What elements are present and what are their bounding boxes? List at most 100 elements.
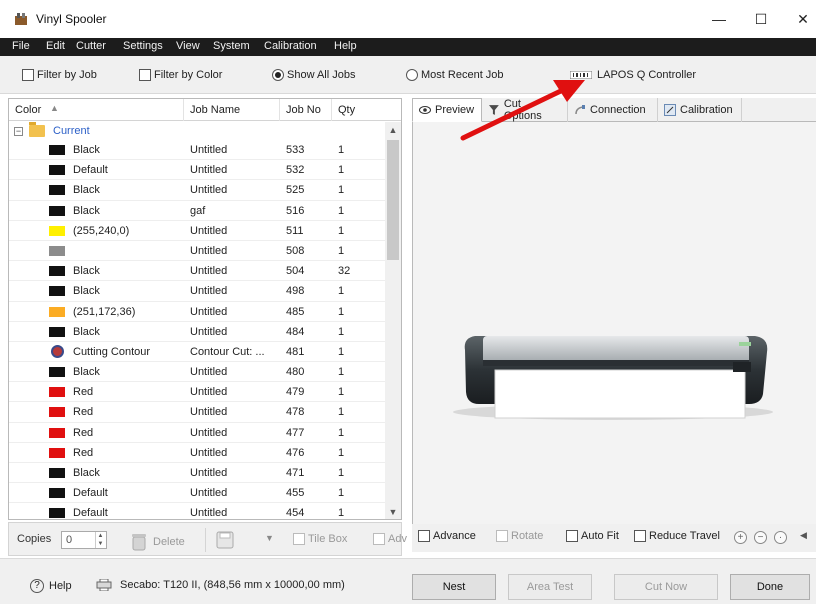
copies-stepper[interactable]: ▲ ▼	[95, 532, 105, 548]
menu-view[interactable]: View	[176, 40, 200, 52]
table-row[interactable]: Black Untitled 525 1	[9, 180, 385, 201]
checkbox-box	[22, 69, 34, 81]
menu-file[interactable]: File	[12, 40, 30, 52]
group-current[interactable]: − Current	[9, 122, 385, 140]
help-label: Help	[49, 580, 72, 592]
rotate-checkbox[interactable]: Rotate	[496, 530, 543, 542]
table-row[interactable]: Default Untitled 532 1	[9, 160, 385, 181]
scroll-left-icon[interactable]: ◀	[800, 530, 807, 541]
save-button[interactable]	[205, 528, 234, 552]
cell-job-no: 525	[286, 184, 305, 197]
cell-job-no: 455	[286, 487, 305, 500]
color-swatch	[49, 488, 65, 499]
cell-color: Black	[73, 144, 100, 156]
delete-button[interactable]: Delete	[131, 533, 185, 551]
printer-icon	[96, 579, 112, 591]
table-scrollbar[interactable]: ▲ ▼	[385, 122, 401, 519]
table-row[interactable]: Default Untitled 455 1	[9, 483, 385, 504]
reduce-travel-checkbox[interactable]: Reduce Travel	[634, 530, 720, 542]
menu-settings[interactable]: Settings	[123, 40, 163, 52]
cell-color: (255,240,0)	[73, 224, 130, 237]
tab-calibration[interactable]: Calibration	[658, 98, 742, 122]
zoom-out-icon[interactable]: −	[754, 531, 767, 544]
table-row[interactable]: Untitled 508 1	[9, 241, 385, 262]
done-button[interactable]: Done	[730, 574, 810, 600]
cell-color: Black	[73, 467, 100, 479]
cell-qty: 1	[338, 345, 345, 358]
header-qty[interactable]: Qty	[338, 104, 355, 116]
cell-color: Red	[73, 406, 94, 419]
auto-fit-checkbox[interactable]: Auto Fit	[566, 530, 619, 542]
table-row[interactable]: Black Untitled 498 1	[9, 281, 385, 302]
scroll-thumb[interactable]	[387, 140, 399, 260]
cell-color: Black	[73, 366, 100, 379]
table-row[interactable]: Black Untitled 533 1	[9, 140, 385, 161]
table-row[interactable]: Black gaf 516 1	[9, 201, 385, 221]
save-icon	[216, 531, 234, 549]
column-divider[interactable]	[279, 99, 280, 121]
tab-connection-label: Connection	[590, 104, 646, 116]
table-row[interactable]: Default Untitled 454 1	[9, 503, 385, 519]
minimize-button[interactable]: —	[704, 8, 734, 30]
help-button[interactable]: ? Help	[30, 579, 72, 593]
filter-by-color-checkbox[interactable]: Filter by Color	[139, 68, 222, 82]
color-swatch	[49, 245, 65, 256]
table-row[interactable]: Black Untitled 484 1	[9, 322, 385, 342]
maximize-button[interactable]: ☐	[746, 8, 776, 30]
menu-calibration[interactable]: Calibration	[264, 40, 317, 52]
show-all-jobs-radio[interactable]: Show All Jobs	[272, 68, 355, 82]
tile-box-checkbox[interactable]: Tile Box	[293, 533, 347, 545]
preview-canvas[interactable]	[412, 80, 816, 524]
cell-color: Red	[73, 446, 94, 459]
column-divider[interactable]	[331, 99, 332, 121]
menu-system[interactable]: System	[213, 40, 250, 52]
header-job-name[interactable]: Job Name	[190, 104, 240, 116]
area-test-button[interactable]: Area Test	[508, 574, 592, 600]
table-row[interactable]: Red Untitled 477 1	[9, 423, 385, 443]
cell-job-name: Untitled	[190, 426, 228, 439]
delete-label: Delete	[153, 536, 185, 548]
adv-checkbox[interactable]: Adv	[373, 533, 407, 545]
cut-now-button[interactable]: Cut Now	[614, 574, 718, 600]
cell-job-no: 476	[286, 446, 305, 459]
table-row[interactable]: (255,240,0) Untitled 511 1	[9, 221, 385, 241]
filter-by-job-checkbox[interactable]: Filter by Job	[22, 68, 97, 82]
close-button[interactable]: ✕	[788, 8, 816, 30]
cell-job-name: Untitled	[190, 244, 228, 257]
vinyl-cutter-image	[453, 336, 773, 420]
column-divider[interactable]	[183, 99, 184, 121]
color-swatch	[49, 508, 65, 519]
color-swatch	[49, 407, 65, 418]
cell-job-no: 485	[286, 305, 305, 318]
checkbox-box	[566, 530, 578, 542]
zoom-fit-icon[interactable]: ·	[774, 531, 787, 544]
advance-checkbox[interactable]: Advance	[418, 530, 476, 542]
table-row[interactable]: Cutting Contour Contour Cut: ... 481 1	[9, 342, 385, 363]
table-row[interactable]: (251,172,36) Untitled 485 1	[9, 302, 385, 322]
menu-cutter[interactable]: Cutter	[76, 40, 106, 52]
cell-job-name: Untitled	[190, 305, 228, 318]
checkbox-box	[139, 69, 151, 81]
table-row[interactable]: Black Untitled 504 32	[9, 261, 385, 282]
table-row[interactable]: Red Untitled 476 1	[9, 443, 385, 463]
table-row[interactable]: Black Untitled 471 1	[9, 463, 385, 484]
save-dropdown-icon[interactable]: ▼	[265, 533, 274, 543]
cell-job-no: 481	[286, 345, 305, 358]
scroll-down-icon[interactable]: ▼	[385, 504, 401, 519]
table-row[interactable]: Red Untitled 479 1	[9, 382, 385, 403]
zoom-in-icon[interactable]: +	[734, 531, 747, 544]
color-swatch	[49, 145, 65, 155]
cell-color: Black	[73, 285, 100, 298]
menu-edit[interactable]: Edit	[46, 40, 65, 52]
color-swatch	[49, 306, 65, 317]
collapse-icon[interactable]: −	[14, 127, 23, 136]
scroll-up-icon[interactable]: ▲	[385, 122, 401, 138]
cell-job-name: Untitled	[190, 224, 228, 237]
menu-help[interactable]: Help	[334, 40, 357, 52]
table-row[interactable]: Red Untitled 478 1	[9, 402, 385, 423]
header-job-no[interactable]: Job No	[286, 104, 321, 116]
header-color[interactable]: Color	[15, 104, 41, 116]
checkbox-box	[634, 530, 646, 542]
nest-button[interactable]: Nest	[412, 574, 496, 600]
table-row[interactable]: Black Untitled 480 1	[9, 362, 385, 383]
